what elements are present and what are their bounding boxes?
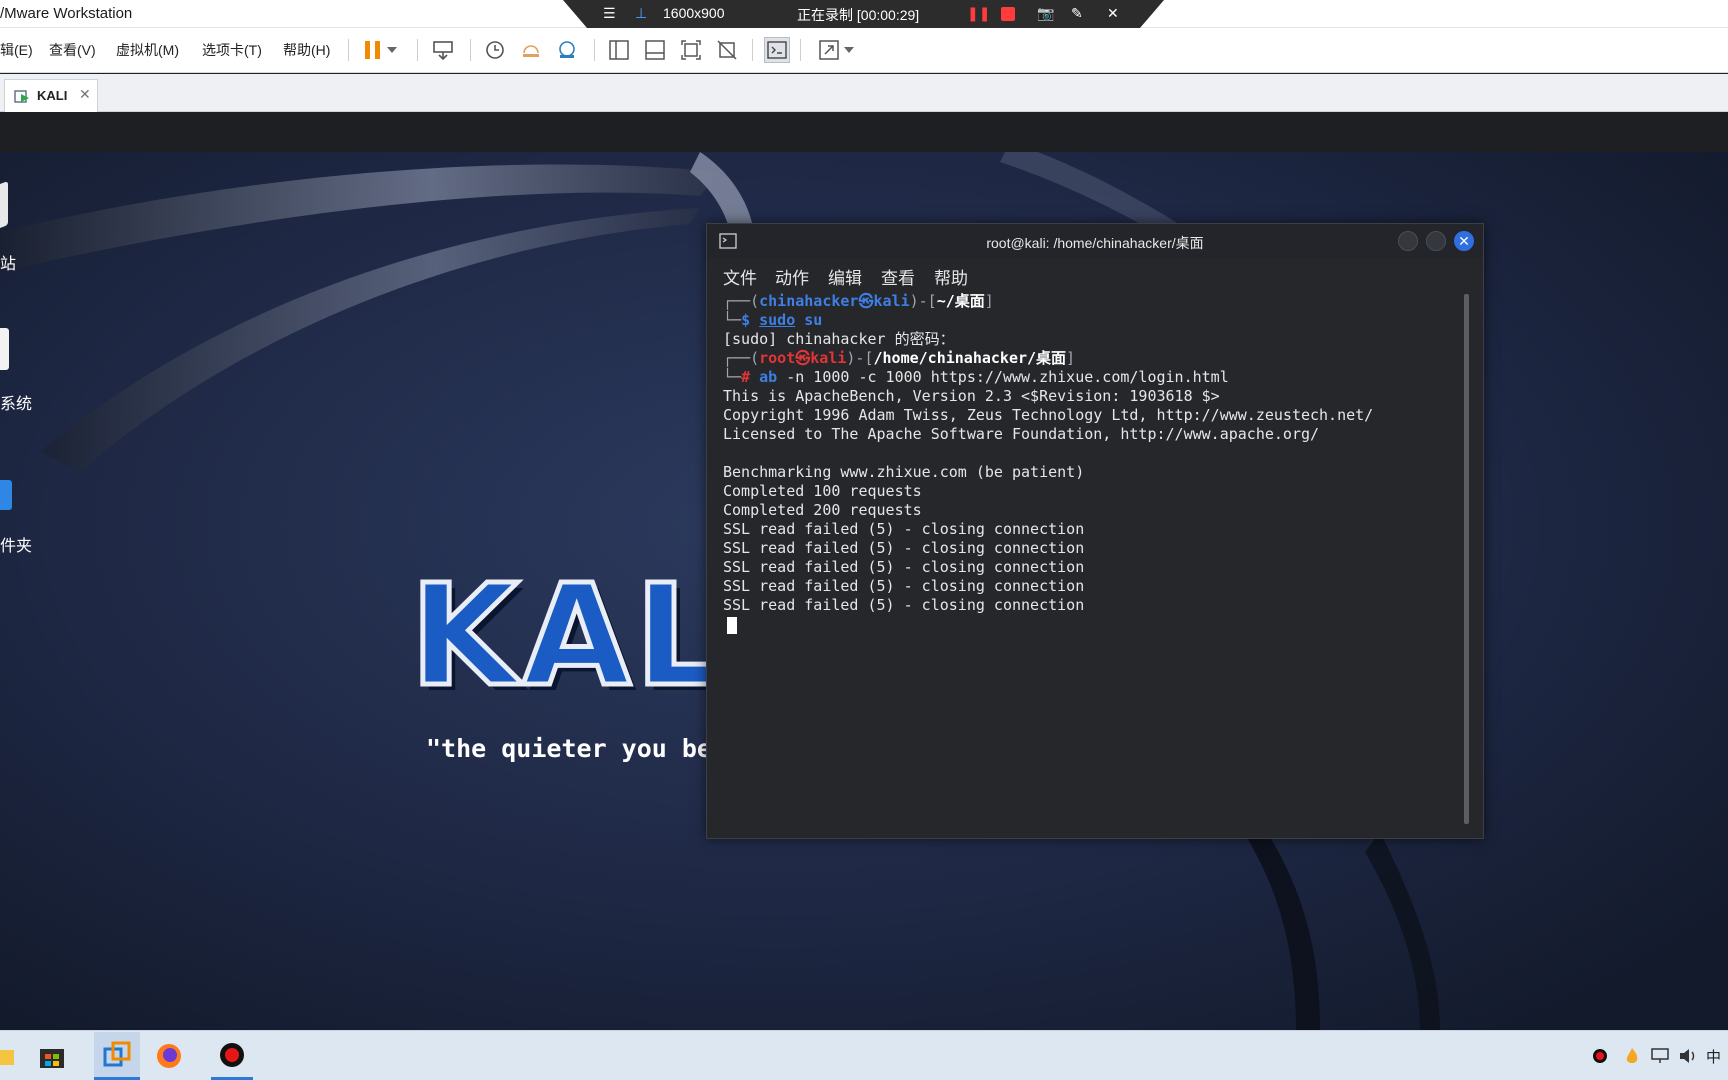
toolbar-divider	[752, 39, 753, 61]
recording-status: 正在录制 [00:00:29]	[797, 7, 920, 23]
send-ctrl-alt-del-icon[interactable]	[430, 37, 456, 63]
menu-vm[interactable]: 虚拟机(M)	[116, 40, 179, 60]
terminal-menu-help[interactable]: 帮助	[934, 264, 968, 289]
toolbar-divider	[348, 39, 349, 61]
output-line: SSL read failed (5) - closing connection	[723, 539, 1085, 557]
vmware-taskbar-icon[interactable]	[94, 1032, 140, 1080]
terminal-menu-file[interactable]: 文件	[723, 264, 757, 289]
output-line: Benchmarking www.zhixue.com (be patient)	[723, 463, 1085, 481]
terminal-scrollbar[interactable]	[1464, 294, 1469, 824]
full-screen-icon[interactable]	[678, 37, 704, 63]
chevron-down-icon[interactable]	[842, 37, 856, 63]
toolbar-divider	[470, 39, 471, 61]
menu-toolbar: 辑(E) 查看(V) 虚拟机(M) 选项卡(T) 帮助(H)	[0, 28, 1728, 73]
output-line: Licensed to The Apache Software Foundati…	[723, 425, 1320, 443]
menu-tabs[interactable]: 选项卡(T)	[202, 40, 262, 60]
desktop-icon-label[interactable]: 件夹	[0, 532, 32, 556]
command-line: └─# ab -n 1000 -c 1000 https://www.zhixu…	[723, 368, 1229, 386]
thumbnail-view-icon[interactable]	[642, 37, 668, 63]
chevron-down-icon[interactable]	[385, 37, 399, 63]
pen-icon[interactable]: ✎	[1071, 5, 1083, 22]
store-icon[interactable]	[35, 1039, 69, 1073]
record-tray-icon[interactable]	[1588, 1039, 1612, 1073]
input-language-indicator[interactable]: 中	[1706, 1046, 1721, 1067]
host-taskbar: 中	[0, 1030, 1728, 1080]
terminal-title-bar[interactable]: root@kali: /home/chinahacker/桌面 ✕	[707, 224, 1483, 258]
output-line: Completed 100 requests	[723, 482, 922, 500]
vm-tab-strip: KALI ✕	[0, 74, 1728, 112]
toolbar-divider	[594, 39, 595, 61]
toolbar-divider	[800, 39, 801, 61]
output-line: Completed 200 requests	[723, 501, 922, 519]
trash-icon[interactable]	[0, 181, 8, 231]
terminal-menu-bar: 文件 动作 编辑 查看 帮助	[707, 258, 1483, 288]
sudo-prompt: [sudo] chinahacker 的密码：	[723, 330, 955, 348]
maximize-button[interactable]	[1426, 231, 1446, 251]
text-cursor	[727, 617, 737, 634]
close-recording-icon[interactable]: ✕	[1107, 5, 1119, 22]
menu-edit[interactable]: 辑(E)	[0, 40, 33, 60]
camera-icon[interactable]: 📷	[1037, 5, 1054, 22]
output-line: SSL read failed (5) - closing connection	[723, 577, 1085, 595]
tab-kali[interactable]: KALI ✕	[4, 79, 98, 112]
minimize-button[interactable]	[1398, 231, 1418, 251]
pin-icon[interactable]: ⊥	[635, 5, 647, 22]
output-line: This is ApacheBench, Version 2.3 <$Revis…	[723, 387, 1220, 405]
recording-toolbar: ☰ ⊥ 1600x900 正在录制 [00:00:29] ❚❚ 📷 ✎ ✕	[563, 0, 1164, 28]
terminal-menu-view[interactable]: 查看	[881, 264, 915, 289]
flame-tray-icon[interactable]	[1620, 1039, 1644, 1073]
menu-view[interactable]: 查看(V)	[49, 40, 96, 60]
terminal-menu-edit[interactable]: 编辑	[828, 264, 862, 289]
firefox-icon[interactable]	[152, 1039, 186, 1073]
output-line: SSL read failed (5) - closing connection	[723, 520, 1085, 538]
snapshot-manager-icon[interactable]	[554, 37, 580, 63]
revert-snapshot-icon[interactable]	[518, 37, 544, 63]
terminal-menu-action[interactable]: 动作	[775, 264, 809, 289]
vm-tab-icon	[14, 88, 30, 109]
pause-record-icon[interactable]: ❚❚	[967, 5, 990, 22]
desktop-icon-label[interactable]: 系统	[0, 390, 32, 414]
folder-icon[interactable]	[0, 480, 12, 510]
stop-record-icon[interactable]	[1001, 7, 1015, 21]
close-tab-icon[interactable]: ✕	[79, 86, 91, 103]
app-title: /Mware Workstation	[0, 5, 133, 22]
folder-icon[interactable]	[0, 1039, 20, 1073]
filesystem-icon[interactable]	[0, 328, 9, 370]
toolbar-divider	[417, 39, 418, 61]
vm-guest-screen[interactable]: 站 系统 件夹 KALI LINUX "the quieter you beco…	[0, 112, 1728, 1030]
network-icon[interactable]	[1648, 1039, 1672, 1073]
command-line: └─$ sudo su	[723, 311, 823, 329]
prompt-line: ┌──(chinahacker㉿kali)-[~/桌面]	[723, 292, 994, 310]
desktop-icon-label[interactable]: 站	[0, 250, 16, 274]
terminal-window[interactable]: root@kali: /home/chinahacker/桌面 ✕ 文件 动作 …	[706, 223, 1484, 839]
output-line: SSL read failed (5) - closing connection	[723, 558, 1085, 576]
output-line: SSL read failed (5) - closing connection	[723, 596, 1085, 614]
unity-mode-icon[interactable]	[714, 37, 740, 63]
menu-icon[interactable]: ☰	[603, 5, 616, 22]
terminal-output[interactable]: ┌──(chinahacker㉿kali)-[~/桌面] └─$ sudo su…	[717, 292, 1457, 822]
terminal-title: root@kali: /home/chinahacker/桌面	[986, 235, 1204, 251]
prompt-line: ┌──(root㉿kali)-[/home/chinahacker/桌面]	[723, 349, 1076, 367]
guest-top-bar	[0, 112, 1728, 152]
pause-vm-icon[interactable]	[360, 37, 386, 63]
snapshot-icon[interactable]	[482, 37, 508, 63]
tab-label: KALI	[37, 88, 68, 103]
output-line: Copyright 1996 Adam Twiss, Zeus Technolo…	[723, 406, 1374, 424]
screen-recorder-icon[interactable]	[211, 1032, 253, 1080]
recording-resolution: 1600x900	[663, 5, 725, 21]
menu-help[interactable]: 帮助(H)	[283, 40, 330, 60]
library-view-icon[interactable]	[606, 37, 632, 63]
console-view-icon[interactable]	[764, 37, 790, 63]
close-window-icon[interactable]: ✕	[1454, 231, 1474, 251]
volume-icon[interactable]	[1676, 1039, 1700, 1073]
stretch-guest-icon[interactable]	[816, 37, 842, 63]
